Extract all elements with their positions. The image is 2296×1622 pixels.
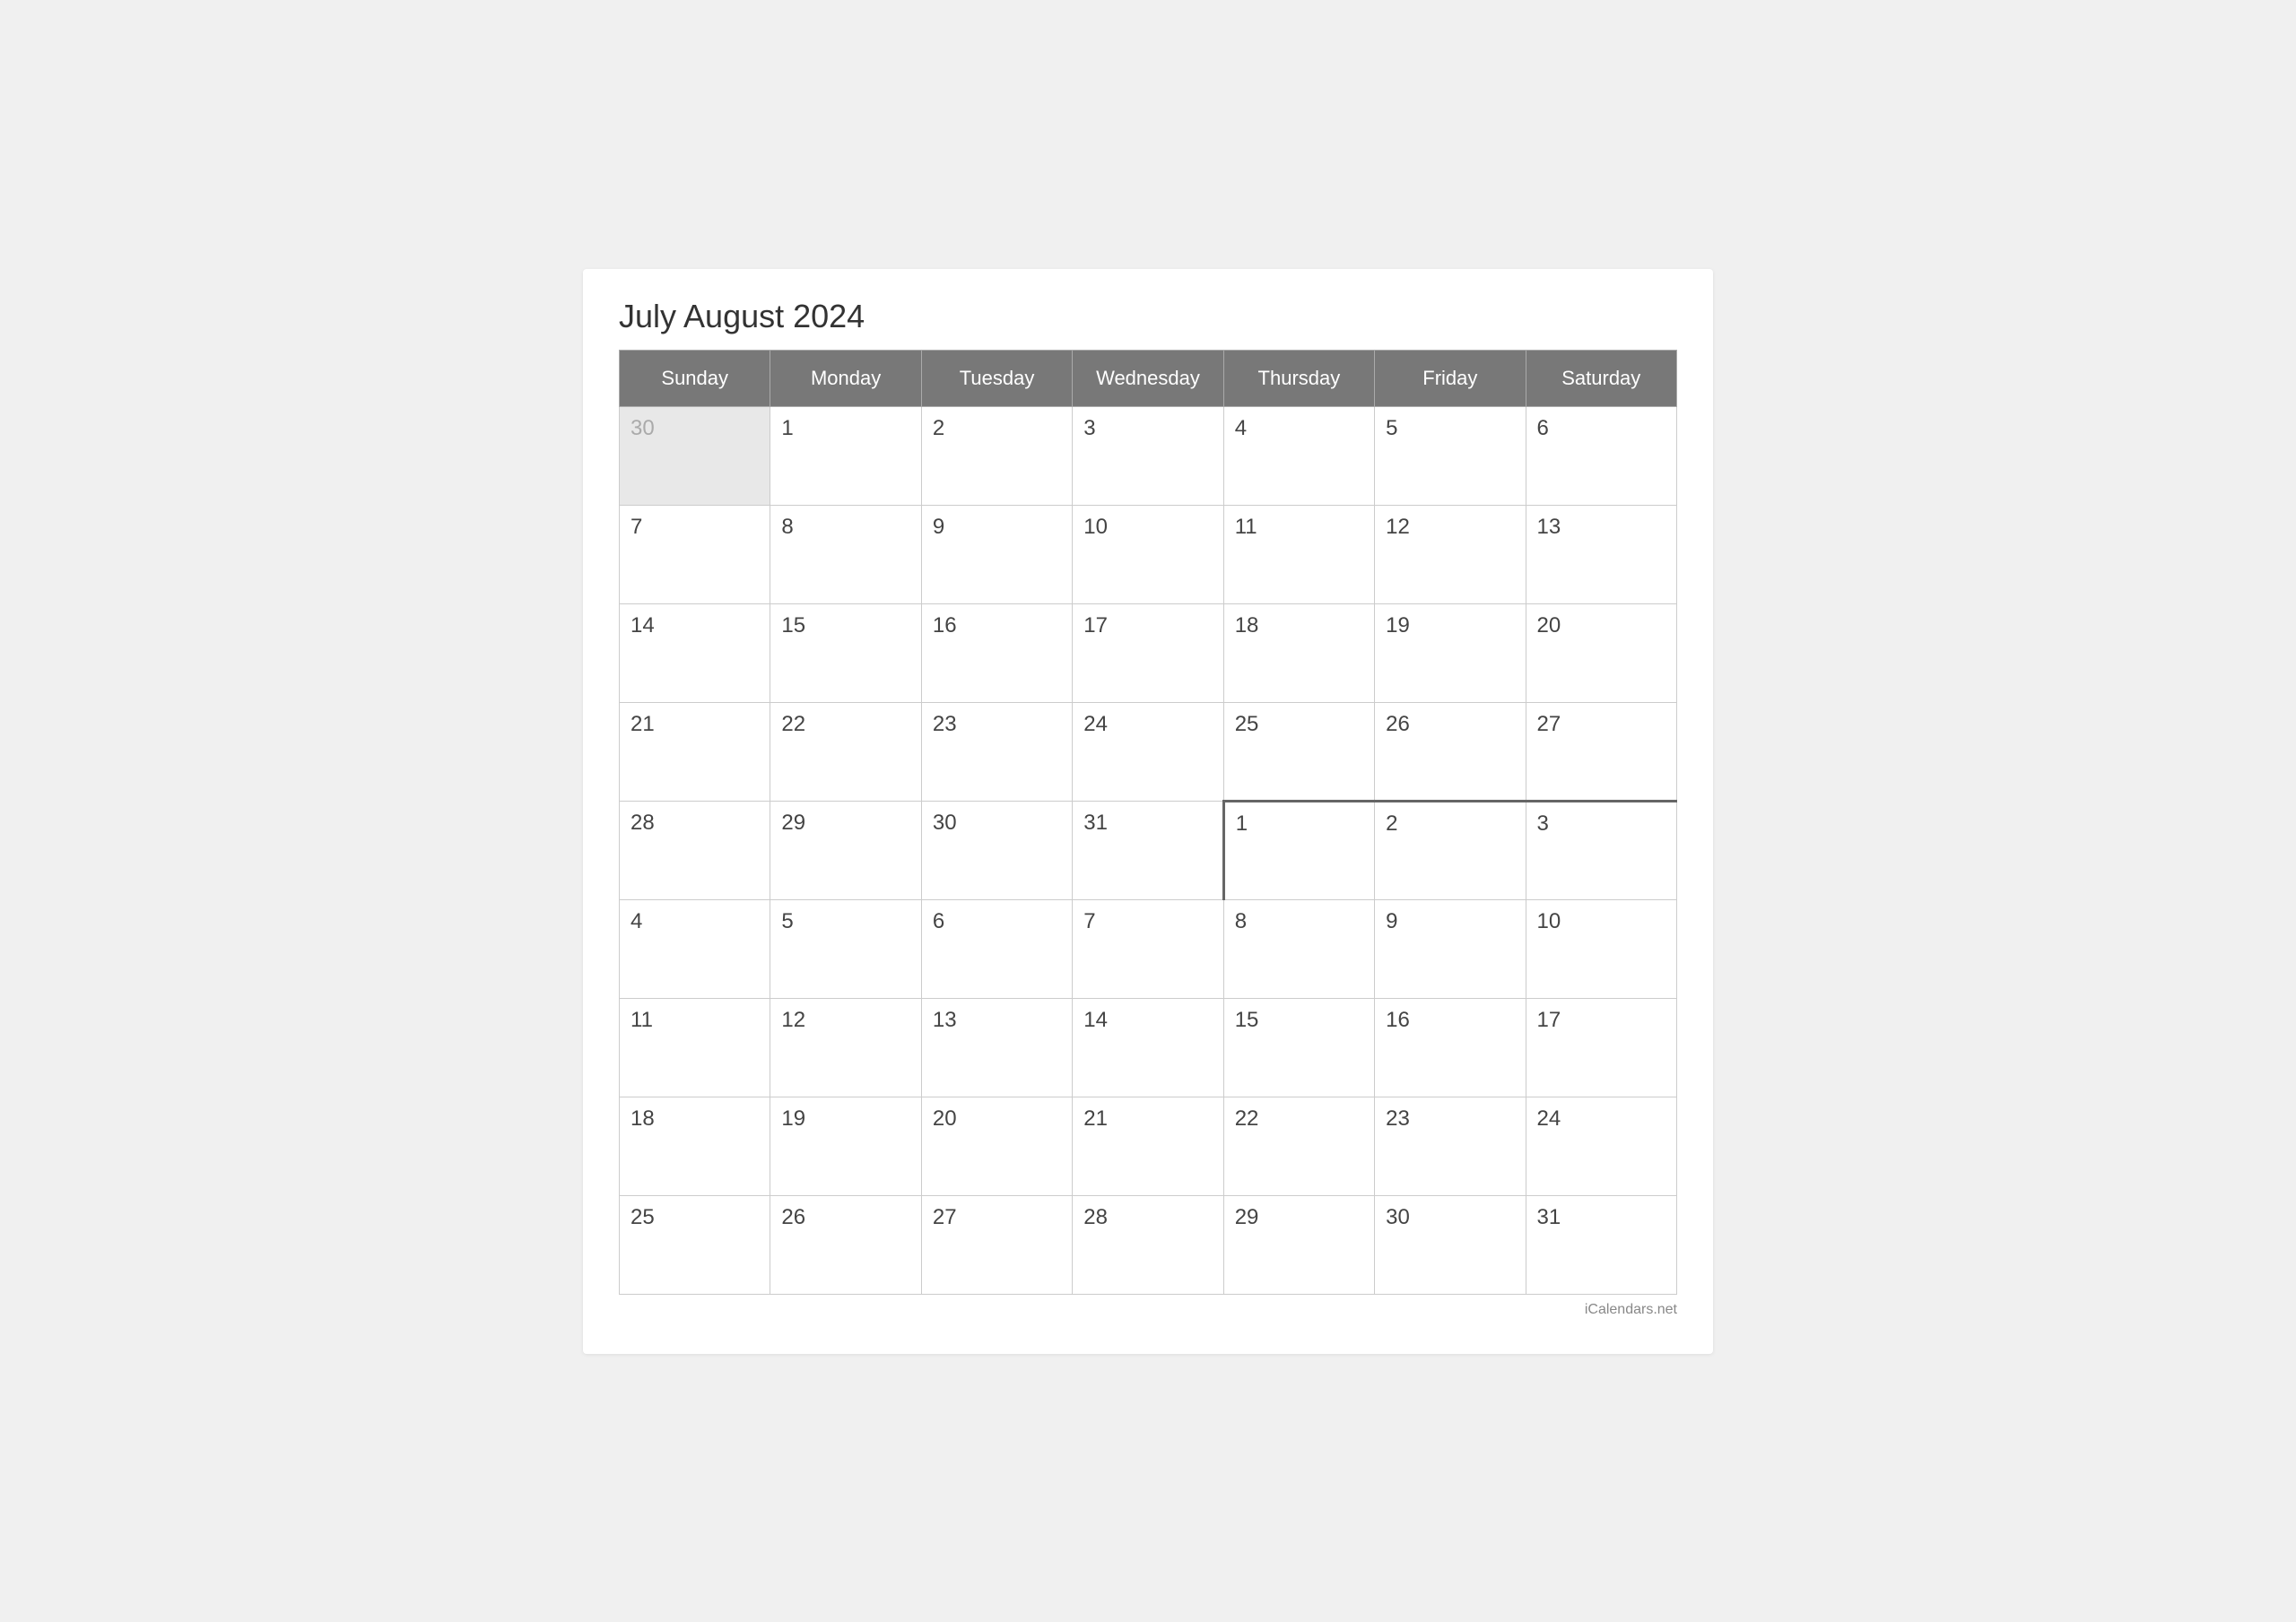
calendar-day[interactable]: 5 [770,899,921,998]
week-row: 11121314151617 [620,998,1677,1097]
calendar-day[interactable]: 14 [1073,998,1223,1097]
calendar-day[interactable]: 27 [1526,702,1676,801]
week-row: 28293031123 [620,801,1677,899]
calendar-day[interactable]: 28 [1073,1195,1223,1294]
calendar-day[interactable]: 12 [770,998,921,1097]
header-row: SundayMondayTuesdayWednesdayThursdayFrid… [620,350,1677,406]
calendar-day[interactable]: 23 [921,702,1072,801]
calendar-day[interactable]: 3 [1526,801,1676,899]
week-row: 30123456 [620,406,1677,505]
calendar-day[interactable]: 29 [1223,1195,1374,1294]
calendar-day[interactable]: 16 [1375,998,1526,1097]
calendar-day[interactable]: 29 [770,801,921,899]
header-cell-thursday: Thursday [1223,350,1374,406]
calendar-body: 3012345678910111213141516171819202122232… [620,406,1677,1294]
calendar-day[interactable]: 22 [1223,1097,1374,1195]
calendar-day[interactable]: 18 [1223,603,1374,702]
calendar-day[interactable]: 30 [1375,1195,1526,1294]
header-cell-sunday: Sunday [620,350,770,406]
calendar-day[interactable]: 30 [620,406,770,505]
calendar-day[interactable]: 2 [921,406,1072,505]
calendar-day[interactable]: 8 [770,505,921,603]
calendar-day[interactable]: 11 [1223,505,1374,603]
calendar-day[interactable]: 5 [1375,406,1526,505]
calendar-title: July August 2024 [619,298,1677,335]
week-row: 78910111213 [620,505,1677,603]
header-cell-saturday: Saturday [1526,350,1676,406]
calendar-day[interactable]: 19 [1375,603,1526,702]
calendar-table: SundayMondayTuesdayWednesdayThursdayFrid… [619,350,1677,1295]
calendar-day[interactable]: 23 [1375,1097,1526,1195]
calendar-day[interactable]: 30 [921,801,1072,899]
calendar-day[interactable]: 26 [770,1195,921,1294]
calendar-day[interactable]: 27 [921,1195,1072,1294]
week-row: 25262728293031 [620,1195,1677,1294]
calendar-day[interactable]: 7 [1073,899,1223,998]
calendar-day[interactable]: 10 [1526,899,1676,998]
calendar-day[interactable]: 4 [620,899,770,998]
calendar-day[interactable]: 17 [1526,998,1676,1097]
calendar-day[interactable]: 28 [620,801,770,899]
week-row: 45678910 [620,899,1677,998]
watermark: iCalendars.net [619,1302,1677,1318]
calendar-day[interactable]: 31 [1526,1195,1676,1294]
calendar-day[interactable]: 6 [1526,406,1676,505]
header-cell-tuesday: Tuesday [921,350,1072,406]
calendar-day[interactable]: 1 [1223,801,1374,899]
calendar-day[interactable]: 13 [1526,505,1676,603]
calendar-day[interactable]: 25 [1223,702,1374,801]
calendar-day[interactable]: 11 [620,998,770,1097]
calendar-day[interactable]: 25 [620,1195,770,1294]
week-row: 14151617181920 [620,603,1677,702]
calendar-day[interactable]: 7 [620,505,770,603]
calendar-day[interactable]: 31 [1073,801,1223,899]
calendar-day[interactable]: 26 [1375,702,1526,801]
calendar-day[interactable]: 9 [921,505,1072,603]
week-row: 18192021222324 [620,1097,1677,1195]
calendar-day[interactable]: 3 [1073,406,1223,505]
calendar-day[interactable]: 20 [921,1097,1072,1195]
calendar-day[interactable]: 21 [1073,1097,1223,1195]
calendar-day[interactable]: 14 [620,603,770,702]
calendar-day[interactable]: 10 [1073,505,1223,603]
calendar-day[interactable]: 15 [1223,998,1374,1097]
calendar-day[interactable]: 6 [921,899,1072,998]
calendar-day[interactable]: 24 [1073,702,1223,801]
header-cell-monday: Monday [770,350,921,406]
calendar-day[interactable]: 19 [770,1097,921,1195]
calendar-day[interactable]: 15 [770,603,921,702]
calendar-day[interactable]: 8 [1223,899,1374,998]
calendar-day[interactable]: 4 [1223,406,1374,505]
calendar-day[interactable]: 9 [1375,899,1526,998]
calendar-day[interactable]: 2 [1375,801,1526,899]
calendar-day[interactable]: 12 [1375,505,1526,603]
calendar-header: SundayMondayTuesdayWednesdayThursdayFrid… [620,350,1677,406]
calendar-container: July August 2024 SundayMondayTuesdayWedn… [583,269,1713,1354]
header-cell-friday: Friday [1375,350,1526,406]
calendar-day[interactable]: 13 [921,998,1072,1097]
calendar-day[interactable]: 24 [1526,1097,1676,1195]
calendar-day[interactable]: 1 [770,406,921,505]
calendar-day[interactable]: 20 [1526,603,1676,702]
header-cell-wednesday: Wednesday [1073,350,1223,406]
calendar-day[interactable]: 17 [1073,603,1223,702]
calendar-day[interactable]: 22 [770,702,921,801]
week-row: 21222324252627 [620,702,1677,801]
calendar-day[interactable]: 18 [620,1097,770,1195]
calendar-day[interactable]: 21 [620,702,770,801]
calendar-day[interactable]: 16 [921,603,1072,702]
